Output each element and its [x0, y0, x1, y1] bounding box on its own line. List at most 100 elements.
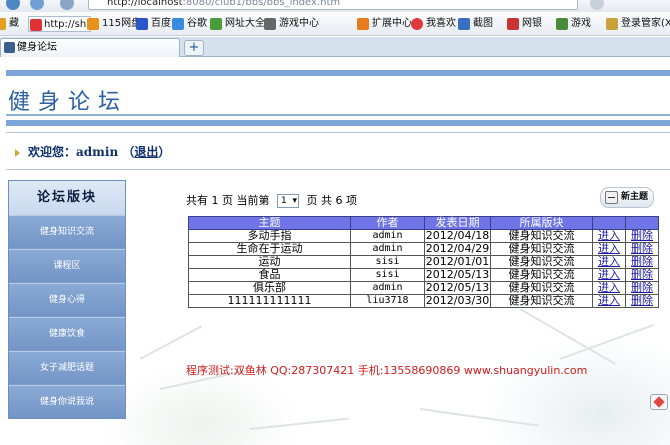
game-icon [556, 18, 568, 30]
bookmark-item[interactable]: 扩展中心 [357, 16, 412, 32]
bank-icon [507, 18, 519, 30]
sidebar-item-fitness-chat[interactable]: 健身你说我说 [9, 385, 125, 418]
bookmark-item[interactable]: 登录管家(X) [606, 16, 670, 32]
enter-link[interactable]: 进入 [598, 296, 620, 307]
arrow-right-icon [15, 149, 20, 157]
new-topic-icon [605, 191, 618, 204]
topic-author: liu3718 [350, 294, 425, 308]
topic-board: 健身知识交流 [490, 268, 593, 282]
column-header-topic: 主题 [188, 216, 351, 230]
table-header-row: 主题 作者 发表日期 所属版块 [188, 216, 659, 230]
delete-link[interactable]: 删除 [631, 270, 653, 281]
bookmark-star-icon [0, 18, 6, 30]
topic-author: sisi [350, 255, 425, 269]
decoration [419, 408, 539, 427]
table-row: 食品 sisi 2012/05/13 健身知识交流 进入 删除 [188, 268, 659, 282]
page-select[interactable]: 1 [277, 194, 299, 208]
column-header-enter [592, 216, 626, 230]
topic-board: 健身知识交流 [490, 229, 593, 243]
tab-favicon-icon [4, 42, 15, 53]
decoration [559, 323, 655, 360]
address-bar[interactable]: http://localhost:8080/club1/bbs/bbs_inde… [88, 0, 578, 10]
status-bar-icon[interactable] [650, 394, 668, 410]
site-title: 健身论坛 [8, 90, 129, 115]
cloud-icon [87, 18, 99, 30]
enter-link[interactable]: 进入 [598, 283, 620, 294]
topic-author: admin [350, 242, 425, 256]
bookmark-item[interactable]: 我喜欢 [411, 16, 456, 32]
bookmark-item[interactable]: 115网盘 [87, 16, 141, 32]
heart-icon [411, 18, 423, 30]
bookmark-item[interactable]: 百度 [136, 16, 171, 32]
topic-title: 多动手指 [188, 229, 351, 243]
topic-board: 健身知识交流 [490, 242, 593, 256]
baidu-icon [136, 18, 148, 30]
logout-link[interactable]: 退出 [134, 145, 158, 159]
delete-link[interactable]: 删除 [631, 283, 653, 294]
topic-title: 食品 [188, 268, 351, 282]
forward-icon[interactable] [30, 0, 44, 10]
table-row: 俱乐部 admin 2012/05/13 健身知识交流 进入 删除 [188, 281, 659, 295]
back-icon[interactable] [6, 0, 20, 10]
tab-bar: 健身论坛 + [0, 37, 670, 57]
topic-date: 2012/05/13 [424, 281, 491, 295]
enter-link[interactable]: 进入 [598, 231, 620, 242]
decoration [249, 417, 350, 430]
bookmark-item[interactable]: 网址大全 [210, 16, 265, 32]
sidebar-item-courses[interactable]: 课程区 [9, 249, 125, 282]
topic-date: 2012/05/13 [424, 268, 491, 282]
topic-date: 2012/04/29 [424, 242, 491, 256]
decoration [139, 325, 203, 360]
enter-link[interactable]: 进入 [598, 270, 620, 281]
topic-date: 2012/04/18 [424, 229, 491, 243]
topic-board: 健身知识交流 [490, 281, 593, 295]
bookmark-item[interactable]: 游戏中心 [264, 16, 319, 32]
sidebar-heading: 论坛版块 [9, 181, 125, 215]
delete-link[interactable]: 删除 [631, 244, 653, 255]
bookmark-item[interactable]: 游戏 [556, 16, 591, 32]
enter-link[interactable]: 进入 [598, 244, 620, 255]
refresh-icon[interactable] [590, 0, 604, 10]
browser-nav-bar: http://localhost:8080/club1/bbs/bbs_inde… [0, 0, 670, 12]
new-topic-button[interactable]: 新主题 [600, 187, 654, 208]
sidebar-item-fitness-experience[interactable]: 健身心得 [9, 283, 125, 316]
topic-date: 2012/03/30 [424, 294, 491, 308]
welcome-box: 欢迎您：admin （退出） [6, 132, 670, 170]
page-icon [30, 19, 42, 31]
gamepad-icon [264, 18, 276, 30]
bookmark-item[interactable]: http://sh [28, 16, 92, 32]
bookmark-item[interactable]: 网银 [507, 16, 542, 32]
tab-forum[interactable]: 健身论坛 [0, 38, 180, 57]
bookmark-item[interactable]: 谷歌 [172, 16, 207, 32]
topic-author: admin [350, 229, 425, 243]
sidebar: 论坛版块 健身知识交流 课程区 健身心得 健康饮食 女子减肥话题 健身你说我说 [8, 180, 126, 419]
topic-title: 生命在于运动 [188, 242, 351, 256]
new-tab-button[interactable]: + [184, 40, 204, 56]
bookmark-item[interactable]: 截图 [458, 16, 493, 32]
sidebar-item-fitness-knowledge[interactable]: 健身知识交流 [9, 215, 125, 248]
page-content: 健身论坛 欢迎您：admin （退出） 论坛版块 健身知识交流 课程区 健身心得… [0, 58, 670, 445]
topic-date: 2012/01/01 [424, 255, 491, 269]
bookmark-bar: 藏 http://sh 115网盘 百度 谷歌 网址大全 游戏中心 扩展中心 我… [0, 12, 670, 36]
web-directory-icon [210, 18, 222, 30]
table-row: 生命在于运动 admin 2012/04/29 健身知识交流 进入 删除 [188, 242, 659, 256]
topics-table: 主题 作者 发表日期 所属版块 多动手指 admin 2012/04/18 健身… [188, 216, 659, 308]
total-items: 6 [335, 194, 343, 207]
sidebar-item-healthy-diet[interactable]: 健康饮食 [9, 317, 125, 350]
column-header-author: 作者 [350, 216, 425, 230]
topic-title: 俱乐部 [188, 281, 351, 295]
delete-link[interactable]: 删除 [631, 231, 653, 242]
divider [6, 114, 670, 116]
delete-link[interactable]: 删除 [631, 296, 653, 307]
delete-link[interactable]: 删除 [631, 257, 653, 268]
pager: 共有 1 页 当前第 1 页 共 6 项 [186, 192, 357, 208]
enter-link[interactable]: 进入 [598, 257, 620, 268]
column-header-board: 所属版块 [490, 216, 593, 230]
home-icon[interactable] [60, 0, 74, 10]
sidebar-item-women-weight-loss[interactable]: 女子减肥话题 [9, 351, 125, 384]
username: admin [76, 145, 119, 159]
google-icon [172, 18, 184, 30]
bookmark-item[interactable]: 藏 [0, 16, 19, 32]
topic-author: sisi [350, 268, 425, 282]
table-row: 多动手指 admin 2012/04/18 健身知识交流 进入 删除 [188, 229, 659, 243]
